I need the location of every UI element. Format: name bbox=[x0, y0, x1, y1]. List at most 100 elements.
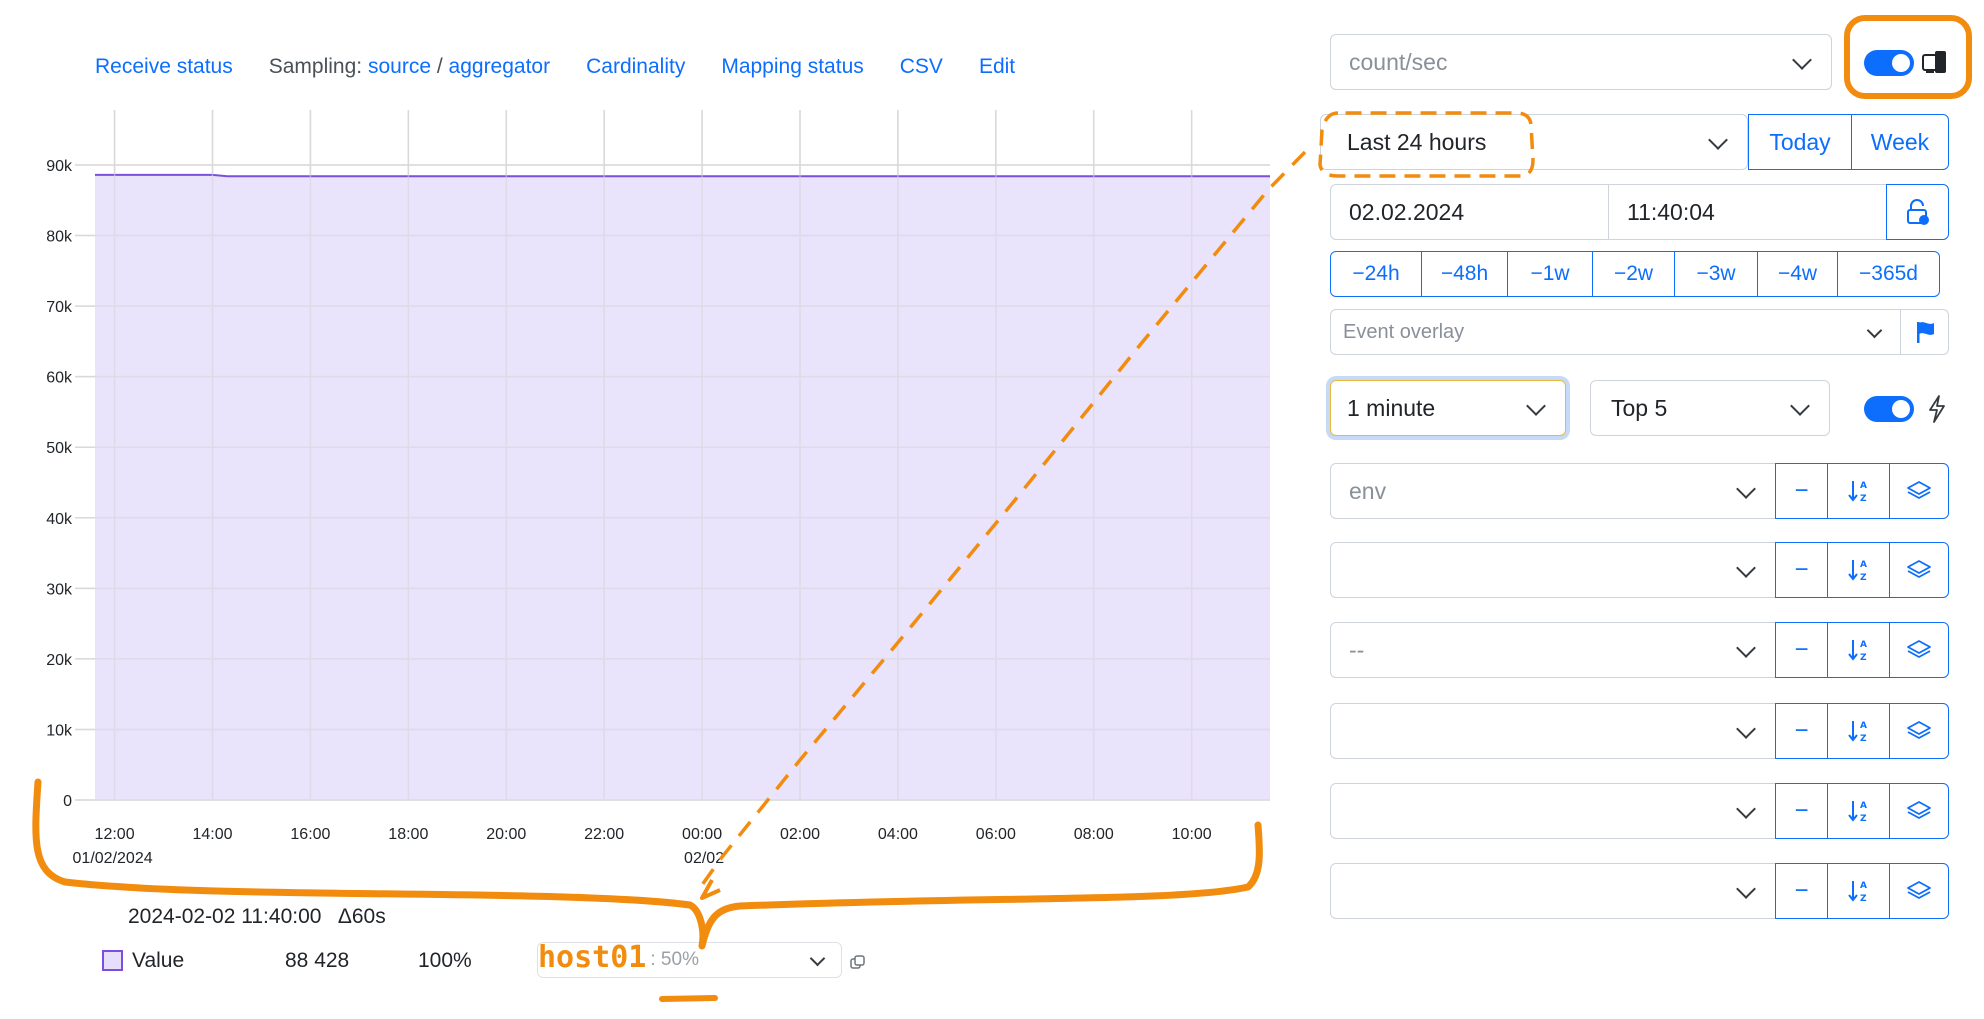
group-by-layers-button[interactable] bbox=[1889, 542, 1949, 598]
top-n-value: Top 5 bbox=[1611, 394, 1668, 421]
time-shift-group: −24h −48h −1w −2w −3w −4w −365d bbox=[1330, 251, 1949, 297]
group-by-remove-button[interactable]: − bbox=[1775, 703, 1828, 759]
metric-unit-value: count/sec bbox=[1349, 48, 1448, 75]
top-n-select[interactable]: Top 5 bbox=[1590, 380, 1830, 436]
x-tick-label: 18:00 bbox=[388, 826, 428, 843]
chevron-down-icon bbox=[1790, 396, 1810, 416]
resolution-select[interactable]: 1 minute bbox=[1330, 380, 1566, 436]
sort-alpha-icon: AZ bbox=[1847, 721, 1867, 744]
group-by-layers-button[interactable] bbox=[1889, 703, 1949, 759]
layers-icon bbox=[1907, 881, 1931, 899]
host-select[interactable]: host01 : 50% bbox=[537, 940, 842, 978]
chevron-down-icon bbox=[1736, 479, 1756, 499]
layers-icon bbox=[1907, 640, 1931, 658]
live-mode-toggle[interactable] bbox=[1864, 50, 1914, 76]
receive-status-link[interactable]: Receive status bbox=[95, 55, 233, 79]
date-input[interactable]: 02.02.2024 bbox=[1330, 184, 1609, 240]
group-by-select[interactable] bbox=[1330, 783, 1776, 839]
group-by-layers-button[interactable] bbox=[1889, 463, 1949, 519]
sort-alpha-icon: AZ bbox=[1847, 801, 1867, 824]
group-by-layers-button[interactable] bbox=[1889, 622, 1949, 678]
time-shift-button[interactable]: −1w bbox=[1507, 251, 1593, 297]
sampling-source-link[interactable]: source bbox=[368, 55, 431, 79]
event-overlay-select[interactable]: Event overlay bbox=[1330, 309, 1901, 355]
svg-text:Z: Z bbox=[1860, 573, 1867, 583]
group-by-sort-button[interactable]: AZ bbox=[1827, 463, 1890, 519]
chevron-down-icon bbox=[1736, 558, 1756, 578]
y-tick-label: 60k bbox=[46, 370, 73, 387]
unlock-button[interactable] bbox=[1886, 184, 1949, 240]
svg-text:Z: Z bbox=[1860, 734, 1867, 744]
time-shift-button[interactable]: −48h bbox=[1420, 251, 1509, 297]
unlock-icon bbox=[1906, 199, 1929, 225]
x-date-label: 02/02 bbox=[684, 850, 724, 867]
sort-alpha-icon: AZ bbox=[1847, 481, 1867, 504]
legend-series-value: 88 428 bbox=[285, 949, 350, 972]
time-input[interactable]: 11:40:04 bbox=[1608, 184, 1887, 240]
x-tick-label: 20:00 bbox=[486, 826, 526, 843]
event-overlay-flag-button[interactable] bbox=[1900, 309, 1949, 355]
today-button[interactable]: Today bbox=[1748, 114, 1852, 170]
group-by-remove-button[interactable]: − bbox=[1775, 622, 1828, 678]
x-date-label: 01/02/2024 bbox=[73, 850, 153, 867]
y-tick-label: 0 bbox=[63, 793, 72, 810]
x-tick-label: 02:00 bbox=[780, 826, 820, 843]
group-by-layers-button[interactable] bbox=[1889, 863, 1949, 919]
svg-text:A: A bbox=[1860, 801, 1867, 811]
flag-icon bbox=[1916, 322, 1934, 343]
date-value: 02.02.2024 bbox=[1349, 198, 1465, 225]
group-by-select[interactable] bbox=[1330, 863, 1776, 919]
group-by-sort-button[interactable]: AZ bbox=[1827, 703, 1890, 759]
group-by-value: env bbox=[1349, 477, 1387, 504]
svg-text:Z: Z bbox=[1860, 894, 1867, 904]
group-by-sort-button[interactable]: AZ bbox=[1827, 863, 1890, 919]
edit-link[interactable]: Edit bbox=[979, 55, 1015, 79]
mapping-status-link[interactable]: Mapping status bbox=[721, 55, 863, 79]
device-icon[interactable] bbox=[1921, 48, 1949, 76]
layers-icon bbox=[1907, 560, 1931, 578]
y-tick-label: 80k bbox=[46, 229, 73, 246]
group-by-select[interactable] bbox=[1330, 703, 1776, 759]
x-tick-label: 08:00 bbox=[1074, 826, 1114, 843]
time-shift-button[interactable]: −365d bbox=[1837, 251, 1940, 297]
group-by-sort-button[interactable]: AZ bbox=[1827, 783, 1890, 839]
group-by-remove-button[interactable]: − bbox=[1775, 542, 1828, 598]
chevron-down-icon bbox=[1526, 396, 1546, 416]
svg-text:A: A bbox=[1860, 481, 1867, 491]
group-by-remove-button[interactable]: − bbox=[1775, 463, 1828, 519]
time-range-value: Last 24 hours bbox=[1347, 128, 1487, 155]
group-by-remove-button[interactable]: − bbox=[1775, 863, 1828, 919]
csv-link[interactable]: CSV bbox=[900, 55, 943, 79]
time-shift-button[interactable]: −2w bbox=[1591, 251, 1676, 297]
time-range-select[interactable]: Last 24 hours bbox=[1320, 114, 1748, 170]
sampling-aggregator-link[interactable]: aggregator bbox=[449, 55, 551, 79]
copy-icon[interactable] bbox=[850, 955, 866, 971]
legend-series-percent: 100% bbox=[418, 949, 472, 972]
cardinality-link[interactable]: Cardinality bbox=[586, 55, 685, 79]
x-tick-label: 00:00 bbox=[682, 826, 722, 843]
group-by-sort-button[interactable]: AZ bbox=[1827, 622, 1890, 678]
x-tick-label: 16:00 bbox=[290, 826, 330, 843]
group-by-layers-button[interactable] bbox=[1889, 783, 1949, 839]
y-tick-label: 20k bbox=[46, 652, 73, 669]
x-tick-label: 06:00 bbox=[976, 826, 1016, 843]
x-tick-label: 04:00 bbox=[878, 826, 918, 843]
metric-chart[interactable]: 0 10k 20k 30k 40k 50k 60k 70k 80k 90k 12:00 14:00 1… bbox=[0, 95, 1290, 895]
legend-delta: Δ60s bbox=[337, 905, 386, 928]
metric-unit-select[interactable]: count/sec bbox=[1330, 34, 1832, 90]
group-by-select[interactable] bbox=[1330, 542, 1776, 598]
series-color-swatch[interactable] bbox=[102, 950, 123, 971]
time-shift-button[interactable]: −24h bbox=[1330, 251, 1422, 297]
y-tick-label: 50k bbox=[46, 440, 73, 457]
lightning-icon[interactable] bbox=[1926, 394, 1948, 424]
chevron-down-icon bbox=[1736, 638, 1756, 658]
time-shift-button[interactable]: −3w bbox=[1674, 251, 1758, 297]
group-by-sort-button[interactable]: AZ bbox=[1827, 542, 1890, 598]
week-button[interactable]: Week bbox=[1851, 114, 1949, 170]
max-host-toggle[interactable] bbox=[1864, 396, 1914, 422]
group-by-select[interactable]: -- bbox=[1330, 622, 1776, 678]
group-by-remove-button[interactable]: − bbox=[1775, 783, 1828, 839]
chevron-down-icon bbox=[1866, 322, 1883, 339]
time-shift-button[interactable]: −4w bbox=[1756, 251, 1839, 297]
group-by-select[interactable]: env bbox=[1330, 463, 1776, 519]
